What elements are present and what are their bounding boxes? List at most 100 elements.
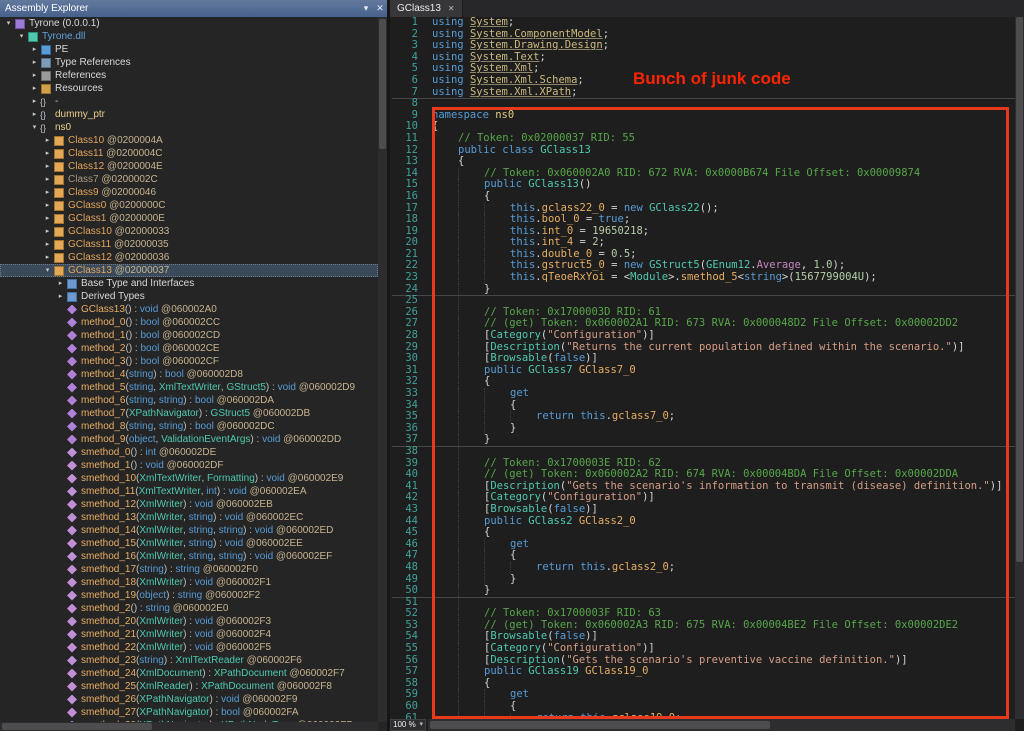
collapse-arrow-icon[interactable]: ▾ [29, 121, 40, 134]
tree-row[interactable]: smethod_23(string) : XmlTextReader @0600… [0, 654, 378, 667]
tree-row[interactable]: smethod_16(XmlWriter, string, string) : … [0, 550, 378, 563]
line-number[interactable]: 13 [392, 156, 418, 168]
tree-row[interactable]: smethod_0() : int @060002DE [0, 446, 378, 459]
tree-row[interactable]: ▸Resources [0, 82, 378, 95]
line-number[interactable]: 48 [392, 562, 418, 574]
tree-row[interactable]: ▸Class10 @0200004A [0, 134, 378, 147]
expand-arrow-icon[interactable]: ▸ [29, 82, 40, 95]
tree-row[interactable]: method_1() : bool @060002CD [0, 329, 378, 342]
line-number[interactable]: 50 [392, 585, 418, 597]
expand-arrow-icon[interactable]: ▸ [29, 108, 40, 121]
tree-row[interactable]: smethod_13(XmlWriter, string) : void @06… [0, 511, 378, 524]
expand-arrow-icon[interactable]: ▸ [42, 225, 53, 238]
tree-row[interactable]: method_3() : bool @060002CF [0, 355, 378, 368]
line-number[interactable]: 1 [392, 17, 418, 29]
tree-row[interactable]: GClass13() : void @060002A0 [0, 303, 378, 316]
tree-row[interactable]: method_8(string, string) : bool @060002D… [0, 420, 378, 433]
scrollbar-thumb[interactable] [2, 723, 152, 730]
expand-arrow-icon[interactable]: ▸ [42, 251, 53, 264]
tree-row[interactable]: ▸Derived Types [0, 290, 378, 303]
expand-arrow-icon[interactable]: ▸ [42, 238, 53, 251]
tree-row[interactable]: method_2() : bool @060002CE [0, 342, 378, 355]
tree-row[interactable]: smethod_14(XmlWriter, string, string) : … [0, 524, 378, 537]
tree-row[interactable]: smethod_19(object) : string @060002F2 [0, 589, 378, 602]
expand-arrow-icon[interactable]: ▸ [42, 147, 53, 160]
tree-row[interactable]: smethod_24(XmlDocument) : XPathDocument … [0, 667, 378, 680]
tab-gclass13[interactable]: GClass13 ✕ [390, 0, 463, 17]
tree-row[interactable]: ▸dummy_ptr [0, 108, 378, 121]
line-number[interactable]: 60 [392, 701, 418, 713]
tree-row[interactable]: smethod_2() : string @060002E0 [0, 602, 378, 615]
line-number[interactable]: 55 [392, 643, 418, 655]
collapse-arrow-icon[interactable]: ▾ [42, 264, 53, 277]
expand-arrow-icon[interactable]: ▸ [42, 212, 53, 225]
tree-row[interactable]: smethod_15(XmlWriter, string) : void @06… [0, 537, 378, 550]
tree-row[interactable]: smethod_25(XmlReader) : XPathDocument @0… [0, 680, 378, 693]
tree-row[interactable]: ▸Base Type and Interfaces [0, 277, 378, 290]
line-number[interactable]: 11 [392, 133, 418, 145]
tree-row[interactable]: smethod_1() : void @060002DF [0, 459, 378, 472]
expand-arrow-icon[interactable]: ▸ [42, 186, 53, 199]
collapse-arrow-icon[interactable]: ▾ [3, 17, 14, 30]
line-number[interactable]: 6 [392, 75, 418, 87]
tree-row[interactable]: ▸GClass12 @02000036 [0, 251, 378, 264]
line-number[interactable]: 16 [392, 191, 418, 203]
tree-horizontal-scrollbar[interactable] [0, 722, 378, 731]
tree-row[interactable]: method_0() : bool @060002CC [0, 316, 378, 329]
line-number[interactable]: 45 [392, 527, 418, 539]
expand-arrow-icon[interactable]: ▸ [29, 69, 40, 82]
expand-arrow-icon[interactable]: ▸ [42, 173, 53, 186]
tree-row[interactable]: ▸PE [0, 43, 378, 56]
assembly-tree[interactable]: ▾Tyrone (0.0.0.1)▾Tyrone.dll▸PE▸Type Ref… [0, 17, 378, 722]
tree-row[interactable]: ▾GClass13 @02000037 [0, 264, 378, 277]
tree-row[interactable]: ▸References [0, 69, 378, 82]
tree-row[interactable]: ▸GClass0 @0200000C [0, 199, 378, 212]
expand-arrow-icon[interactable]: ▸ [42, 160, 53, 173]
tree-row[interactable]: smethod_10(XmlTextWriter, Formatting) : … [0, 472, 378, 485]
tree-row[interactable]: method_7(XPathNavigator) : GStruct5 @060… [0, 407, 378, 420]
line-number[interactable]: 23 [392, 272, 418, 284]
line-number[interactable]: 40 [392, 469, 418, 481]
tree-row[interactable]: smethod_11(XmlTextWriter, int) : void @0… [0, 485, 378, 498]
expand-arrow-icon[interactable]: ▸ [29, 56, 40, 69]
tree-row[interactable]: smethod_12(XmlWriter) : void @060002EB [0, 498, 378, 511]
tree-row[interactable]: ▸Type References [0, 56, 378, 69]
tree-row[interactable]: smethod_18(XmlWriter) : void @060002F1 [0, 576, 378, 589]
tree-row[interactable]: ▸Class7 @0200002C [0, 173, 378, 186]
tree-row[interactable]: method_4(string) : bool @060002D8 [0, 368, 378, 381]
line-number[interactable]: 18 [392, 214, 418, 226]
tree-row[interactable]: smethod_22(XmlWriter) : void @060002F5 [0, 641, 378, 654]
scrollbar-thumb[interactable] [1016, 17, 1023, 562]
tree-row[interactable]: method_5(string, XmlTextWriter, GStruct5… [0, 381, 378, 394]
tree-row[interactable]: ▸GClass10 @02000033 [0, 225, 378, 238]
expand-arrow-icon[interactable]: ▸ [42, 199, 53, 212]
line-number[interactable]: 28 [392, 330, 418, 342]
tree-row[interactable]: smethod_27(XPathNavigator) : bool @06000… [0, 706, 378, 719]
close-icon[interactable]: ✕ [373, 0, 387, 17]
tree-row[interactable]: smethod_20(XmlWriter) : void @060002F3 [0, 615, 378, 628]
zoom-control[interactable]: 100 % ▾ [390, 719, 426, 731]
tree-row[interactable]: ▾ns0 [0, 121, 378, 134]
tree-row[interactable]: ▸GClass1 @0200000E [0, 212, 378, 225]
tree-vertical-scrollbar[interactable] [378, 17, 387, 722]
tree-row[interactable]: smethod_26(XPathNavigator) : void @06000… [0, 693, 378, 706]
tree-row[interactable]: ▾Tyrone (0.0.0.1) [0, 17, 378, 30]
scrollbar-thumb[interactable] [379, 19, 386, 149]
code-vertical-scrollbar[interactable] [1015, 17, 1024, 719]
window-menu-icon[interactable]: ▾ [359, 0, 373, 17]
tree-row[interactable]: method_9(object, ValidationEventArgs) : … [0, 433, 378, 446]
expand-arrow-icon[interactable]: ▸ [55, 277, 66, 290]
expand-arrow-icon[interactable]: ▸ [42, 134, 53, 147]
code-area[interactable]: 1using System;2using System.ComponentMod… [390, 17, 1015, 719]
line-number[interactable]: 43 [392, 504, 418, 516]
scrollbar-thumb[interactable] [430, 721, 770, 729]
collapse-arrow-icon[interactable]: ▾ [16, 30, 27, 43]
tree-row[interactable]: smethod_17(string) : string @060002F0 [0, 563, 378, 576]
line-number[interactable]: 38 [392, 446, 418, 458]
tree-row[interactable]: ▸Class12 @0200004E [0, 160, 378, 173]
expand-arrow-icon[interactable]: ▸ [29, 95, 40, 108]
tree-row[interactable]: ▸Class9 @02000046 [0, 186, 378, 199]
tree-row[interactable]: method_6(string, string) : bool @060002D… [0, 394, 378, 407]
tab-close-icon[interactable]: ✕ [448, 0, 455, 17]
tree-row[interactable]: ▾Tyrone.dll [0, 30, 378, 43]
